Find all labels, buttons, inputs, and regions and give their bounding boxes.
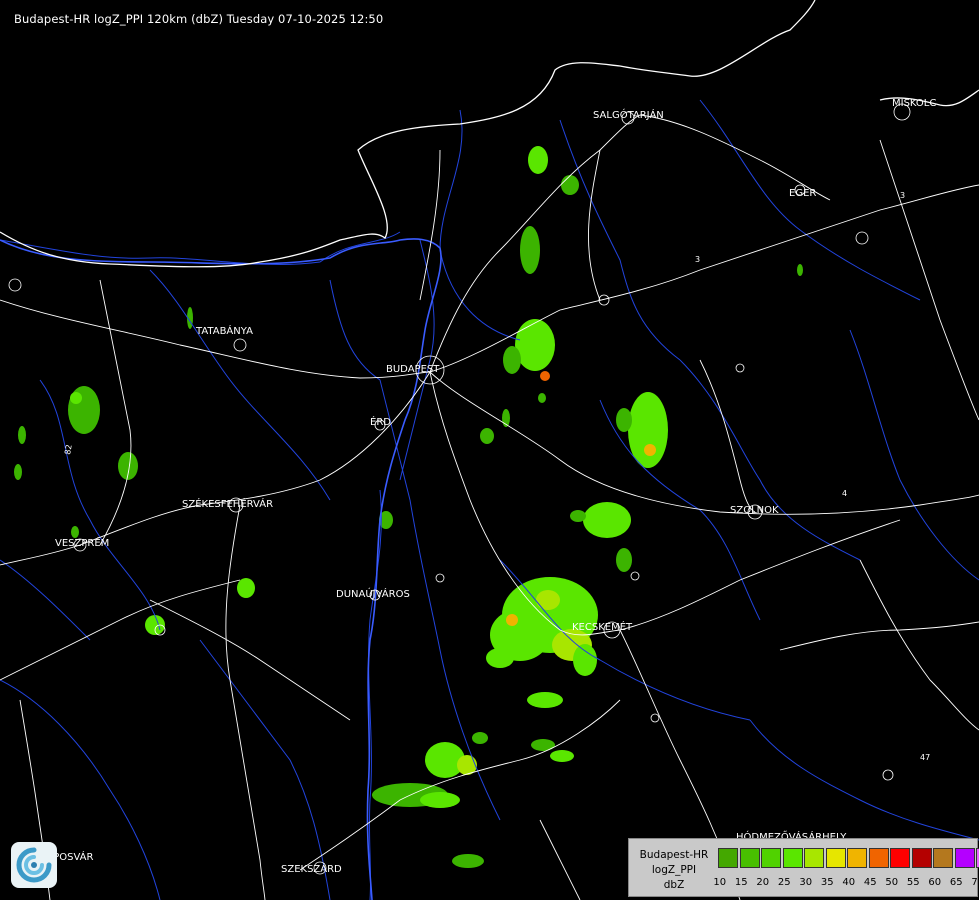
city-label-dunaujvaros: DUNAÚJVÁROS (336, 589, 410, 600)
radar-echo (515, 319, 555, 371)
road-label: 3 (900, 191, 905, 200)
city-label-budapest: BUDAPEST (386, 364, 440, 375)
legend-tick-label: 10 (713, 877, 727, 888)
radar-echo (797, 264, 803, 276)
radar-map: 82 3 3 4 47 (0, 0, 979, 900)
legend-swatch (868, 848, 889, 868)
legend-swatch (847, 848, 867, 868)
city-label-miskolc: MISKOLC (892, 98, 937, 109)
legend-tick-label: 50 (885, 877, 899, 888)
legend-tick-label: 55 (906, 877, 920, 888)
legend-ticks: 10 15 20 25 30 35 40 45 50 55 60 65 70 (709, 877, 979, 888)
city-label-eger: EGER (789, 188, 817, 199)
radar-echo (527, 692, 563, 708)
radar-echo (486, 648, 514, 668)
radar-echo (520, 226, 540, 274)
legend-tick-label: 30 (799, 877, 813, 888)
radar-echo (573, 644, 597, 676)
legend-swatch (911, 848, 932, 868)
radar-echo (480, 428, 494, 444)
legend-title-line: dbZ (663, 879, 685, 891)
road-label: 4 (842, 489, 847, 498)
legend-swatch (933, 848, 953, 868)
road-label: 82 (63, 444, 74, 456)
legend-swatch (782, 848, 803, 868)
radar-echo (550, 750, 574, 762)
legend-swatch (954, 848, 975, 868)
legend-tick-label: 15 (734, 877, 748, 888)
radar-echo (570, 510, 586, 522)
city-label-kecskemet: KECSKEMÉT (572, 622, 633, 633)
radar-echo (14, 464, 22, 480)
legend-tick-label: 35 (820, 877, 834, 888)
radar-echo (540, 371, 550, 381)
radar-echo (644, 444, 656, 456)
radar-echo (70, 392, 82, 404)
dbz-legend: Budapest-HR logZ_PPI dbZ 10 15 20 25 30 35 40 4… (628, 838, 979, 897)
radar-echo (616, 548, 632, 572)
legend-swatch (718, 848, 738, 868)
city-label-veszprem: VESZPRÉM (55, 538, 110, 549)
legend-swatches (718, 848, 979, 868)
legend-title: Budapest-HR logZ_PPI dbZ (633, 848, 715, 893)
radar-echo (503, 346, 521, 374)
legend-tick-label: 25 (777, 877, 791, 888)
radar-echo (561, 175, 579, 195)
legend-swatch (825, 848, 846, 868)
radar-echo (531, 739, 555, 751)
radar-echo (18, 426, 26, 444)
city-label-szekesfehervar: SZÉKESFEHÉRVÁR (182, 499, 274, 510)
road-label: 47 (920, 753, 930, 762)
legend-tick-label: 65 (949, 877, 963, 888)
radar-echo (616, 408, 632, 432)
legend-tick-label: 60 (928, 877, 942, 888)
legend-title-line: Budapest-HR (639, 849, 709, 861)
radar-echo (528, 146, 548, 174)
radar-echo (506, 614, 518, 626)
city-label-szekszard: SZEKSZÁRD (281, 864, 342, 875)
legend-swatch (890, 848, 910, 868)
road-label: 3 (695, 255, 700, 264)
radar-echo (583, 502, 631, 538)
city-label-salgotarjan: SALGÓTARJÁN (593, 110, 664, 121)
radar-echo (71, 526, 79, 538)
city-label-tatabanya: TATABÁNYA (196, 326, 253, 337)
legend-tick-label: 45 (863, 877, 877, 888)
legend-title-line: logZ_PPI (651, 864, 697, 876)
legend-swatch (761, 848, 781, 868)
radar-echo (452, 854, 484, 868)
city-label-szolnok: SZOLNOK (730, 505, 779, 516)
legend-tick-label: 70 (971, 877, 979, 888)
legend-tick-label: 20 (756, 877, 770, 888)
radar-echo (472, 732, 488, 744)
legend-tick-label: 40 (842, 877, 856, 888)
legend-swatch (804, 848, 824, 868)
radar-logo-icon (11, 842, 57, 888)
radar-echo (237, 578, 255, 598)
radar-echo (420, 792, 460, 808)
radar-echo (538, 393, 546, 403)
legend-swatch (739, 848, 760, 868)
radar-echo (536, 590, 560, 610)
map-title: Budapest-HR logZ_PPI 120km (dbZ) Tuesday… (14, 12, 384, 26)
city-label-erd: ÉRD (370, 417, 391, 428)
